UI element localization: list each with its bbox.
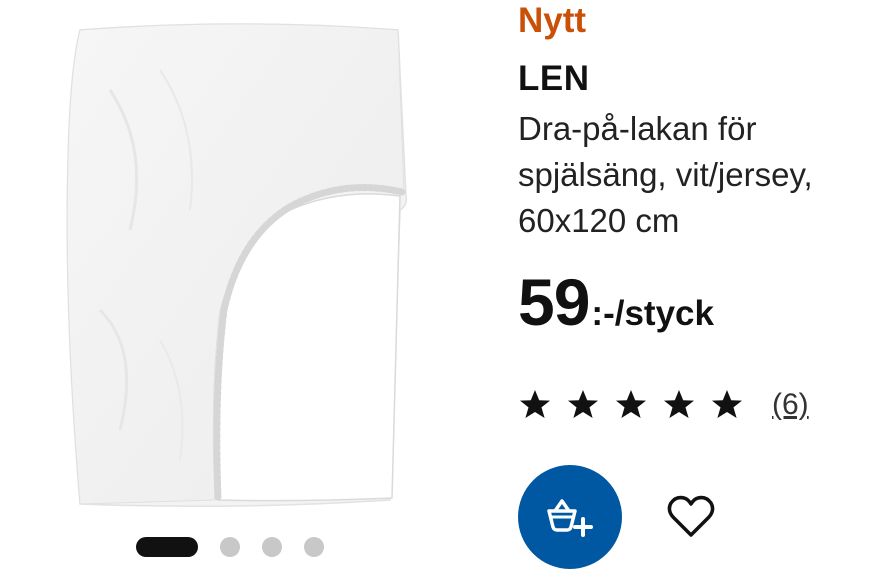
carousel-dot[interactable] <box>220 537 240 557</box>
star-icon <box>712 390 742 418</box>
heart-outline-icon <box>667 495 715 537</box>
cart-add-icon <box>547 499 593 537</box>
rating[interactable]: (6) <box>518 382 809 428</box>
product-image[interactable] <box>40 10 440 515</box>
new-badge: Nytt <box>518 1 587 40</box>
fitted-sheet-image <box>66 23 408 507</box>
add-to-cart-button[interactable] <box>518 465 622 569</box>
product-name[interactable]: LEN <box>518 58 590 100</box>
star-rating <box>518 388 758 422</box>
star-icon <box>520 390 550 418</box>
review-count-link[interactable]: (6) <box>772 388 809 422</box>
star-icon <box>568 390 598 418</box>
star-icon <box>664 390 694 418</box>
product-description: Dra-på-lakan för spjälsäng, vit/jersey, … <box>518 110 813 239</box>
price-integer: 59 <box>518 265 590 339</box>
carousel-dot[interactable] <box>304 537 324 557</box>
star-icon <box>616 390 646 418</box>
carousel-dot[interactable] <box>262 537 282 557</box>
image-carousel-indicator <box>136 536 346 558</box>
price: 59 :-/styck <box>518 262 714 342</box>
price-unit: :-/styck <box>591 294 714 333</box>
carousel-dot[interactable] <box>136 537 198 557</box>
favourite-button[interactable] <box>664 490 718 544</box>
